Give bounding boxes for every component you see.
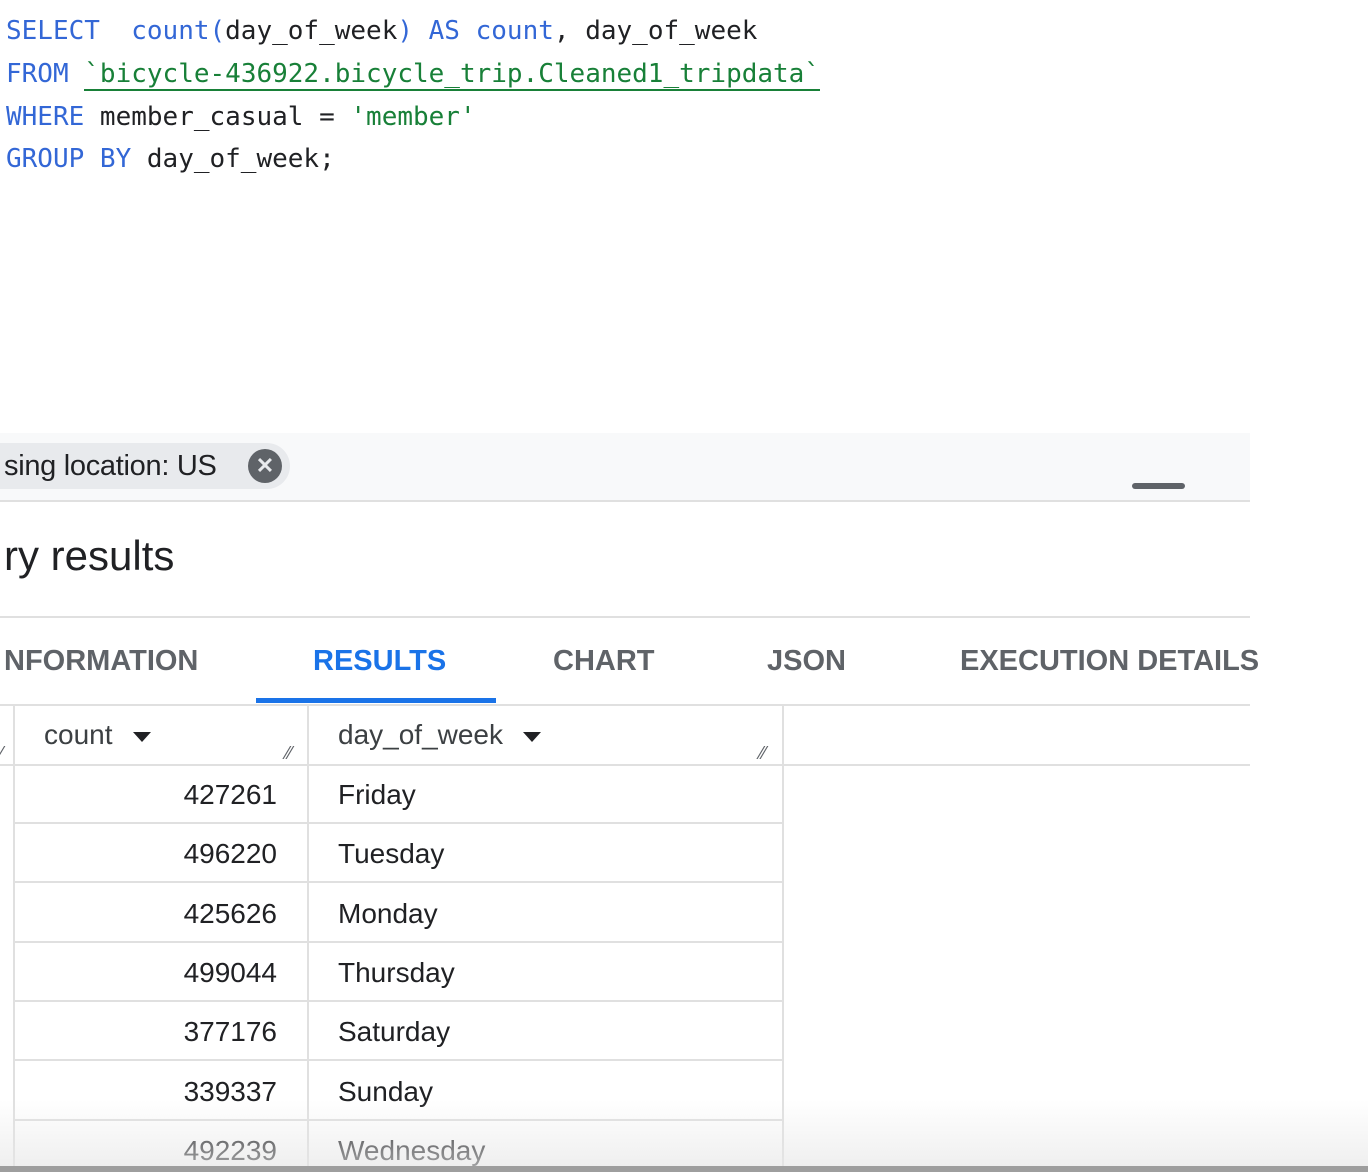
window-bottom-edge <box>0 1166 1368 1172</box>
close-icon[interactable]: ✕ <box>248 449 282 483</box>
cell-count: 492239 <box>15 1122 307 1172</box>
cell-day-of-week: Thursday <box>309 944 782 1002</box>
page-title: ry results <box>4 532 175 579</box>
sql-token: , day_of_week <box>553 16 758 46</box>
code-line-3[interactable]: WHERE member_casual = 'member' <box>6 97 476 137</box>
query-results-header: ry results <box>0 502 1250 618</box>
grid-line <box>782 706 784 1172</box>
sql-keyword: WHERE <box>6 102 85 132</box>
cell-count: 339337 <box>15 1063 307 1121</box>
cell-day-of-week: Sunday <box>309 1063 782 1121</box>
cell-day-of-week: Saturday <box>309 1003 782 1062</box>
sql-string: 'member' <box>350 102 476 132</box>
tab-job-information[interactable]: NFORMATION <box>4 618 198 704</box>
code-line-1[interactable]: SELECT count(day_of_week) AS count, day_… <box>6 11 757 51</box>
cell-day-of-week: Tuesday <box>309 825 782 884</box>
cell-count: 496220 <box>15 825 307 884</box>
sql-function: count <box>475 16 554 46</box>
sql-token: day_of_week <box>225 16 398 46</box>
processing-location-chip[interactable]: sing location: US ✕ <box>0 443 290 489</box>
code-line-2[interactable]: FROM `bicycle-436922.bicycle_trip.Cleane… <box>6 54 820 94</box>
sql-table-reference[interactable]: `bicycle-436922.bicycle_trip.Cleaned1_tr… <box>84 59 820 91</box>
tab-results[interactable]: RESULTS <box>313 618 446 704</box>
active-tab-indicator <box>256 698 496 703</box>
tab-json[interactable]: JSON <box>767 618 846 704</box>
column-header-label: day_of_week <box>338 719 504 750</box>
cell-count: 499044 <box>15 944 307 1002</box>
sql-keyword: GROUP BY <box>6 144 132 174</box>
results-tabs: NFORMATION RESULTS CHART JSON EXECUTION … <box>0 618 1259 706</box>
column-resize-grip[interactable]: ⁄ <box>0 744 3 1168</box>
sort-arrow-icon[interactable] <box>132 731 151 742</box>
cell-count: 425626 <box>15 885 307 943</box>
tab-chart[interactable]: CHART <box>553 618 655 704</box>
tab-execution-details[interactable]: EXECUTION DETAILS <box>960 618 1259 704</box>
cell-count: 427261 <box>15 766 307 824</box>
column-header-day-of-week[interactable]: day_of_week <box>338 706 778 764</box>
cell-day-of-week: Wednesday <box>309 1122 782 1172</box>
sql-editor[interactable]: SELECT count(day_of_week) AS count, day_… <box>0 0 1250 433</box>
results-table: ⁄ count ⁄⁄ day_of_week ⁄⁄ 427261 Friday 49… <box>0 706 1250 1172</box>
processing-location-text: sing location: US <box>4 449 217 482</box>
column-header-label: count <box>44 719 113 750</box>
sql-keyword: SELECT <box>6 16 100 46</box>
cell-day-of-week: Friday <box>309 766 782 824</box>
cell-count: 377176 <box>15 1003 307 1062</box>
sql-function: count( <box>131 16 226 46</box>
sql-keyword: AS <box>428 16 460 46</box>
sort-arrow-icon[interactable] <box>523 731 542 742</box>
panel-resize-handle[interactable] <box>1132 483 1185 489</box>
code-line-4[interactable]: GROUP BY day_of_week; <box>6 139 335 179</box>
cell-day-of-week: Monday <box>309 885 782 943</box>
sql-function: ) <box>397 16 413 46</box>
processing-location-bar: sing location: US ✕ <box>0 433 1250 502</box>
sql-token: day_of_week; <box>131 144 335 174</box>
sql-token: member_casual = <box>84 102 351 132</box>
column-header-count[interactable]: count <box>44 706 304 764</box>
sql-keyword: FROM <box>6 59 69 89</box>
